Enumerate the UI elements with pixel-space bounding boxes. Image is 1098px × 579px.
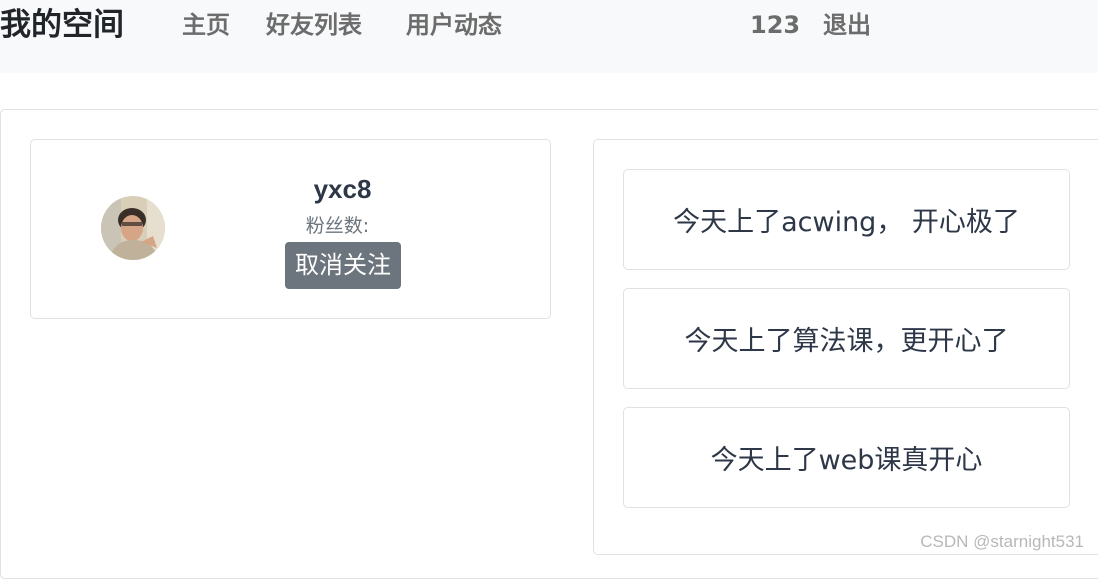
nav-username-link[interactable]: 123 — [750, 8, 800, 42]
post-content: 今天上了web课真开心 — [711, 438, 983, 477]
avatar — [101, 196, 165, 260]
profile-username: yxc8 — [250, 172, 435, 206]
post-item[interactable]: 今天上了算法课，更开心了 — [623, 288, 1070, 389]
nav-friends-link[interactable]: 好友列表 — [266, 8, 362, 42]
post-item[interactable]: 今天上了acwing， 开心极了 — [623, 169, 1070, 270]
post-content: 今天上了acwing， 开心极了 — [673, 200, 1020, 239]
watermark: CSDN @starnight531 — [920, 532, 1084, 552]
nav-home-link[interactable]: 主页 — [182, 8, 230, 42]
unfollow-button[interactable]: 取消关注 — [285, 242, 401, 289]
post-item[interactable]: 今天上了web课真开心 — [623, 407, 1070, 508]
nav-activity-link[interactable]: 用户动态 — [406, 8, 502, 42]
fans-count-label: 粉丝数: — [250, 212, 425, 240]
post-content: 今天上了算法课，更开心了 — [685, 319, 1009, 358]
nav-logout-link[interactable]: 退出 — [823, 8, 871, 42]
navbar: 我的空间 主页 好友列表 用户动态 123 退出 — [0, 0, 1098, 73]
brand-title[interactable]: 我的空间 — [0, 5, 124, 45]
